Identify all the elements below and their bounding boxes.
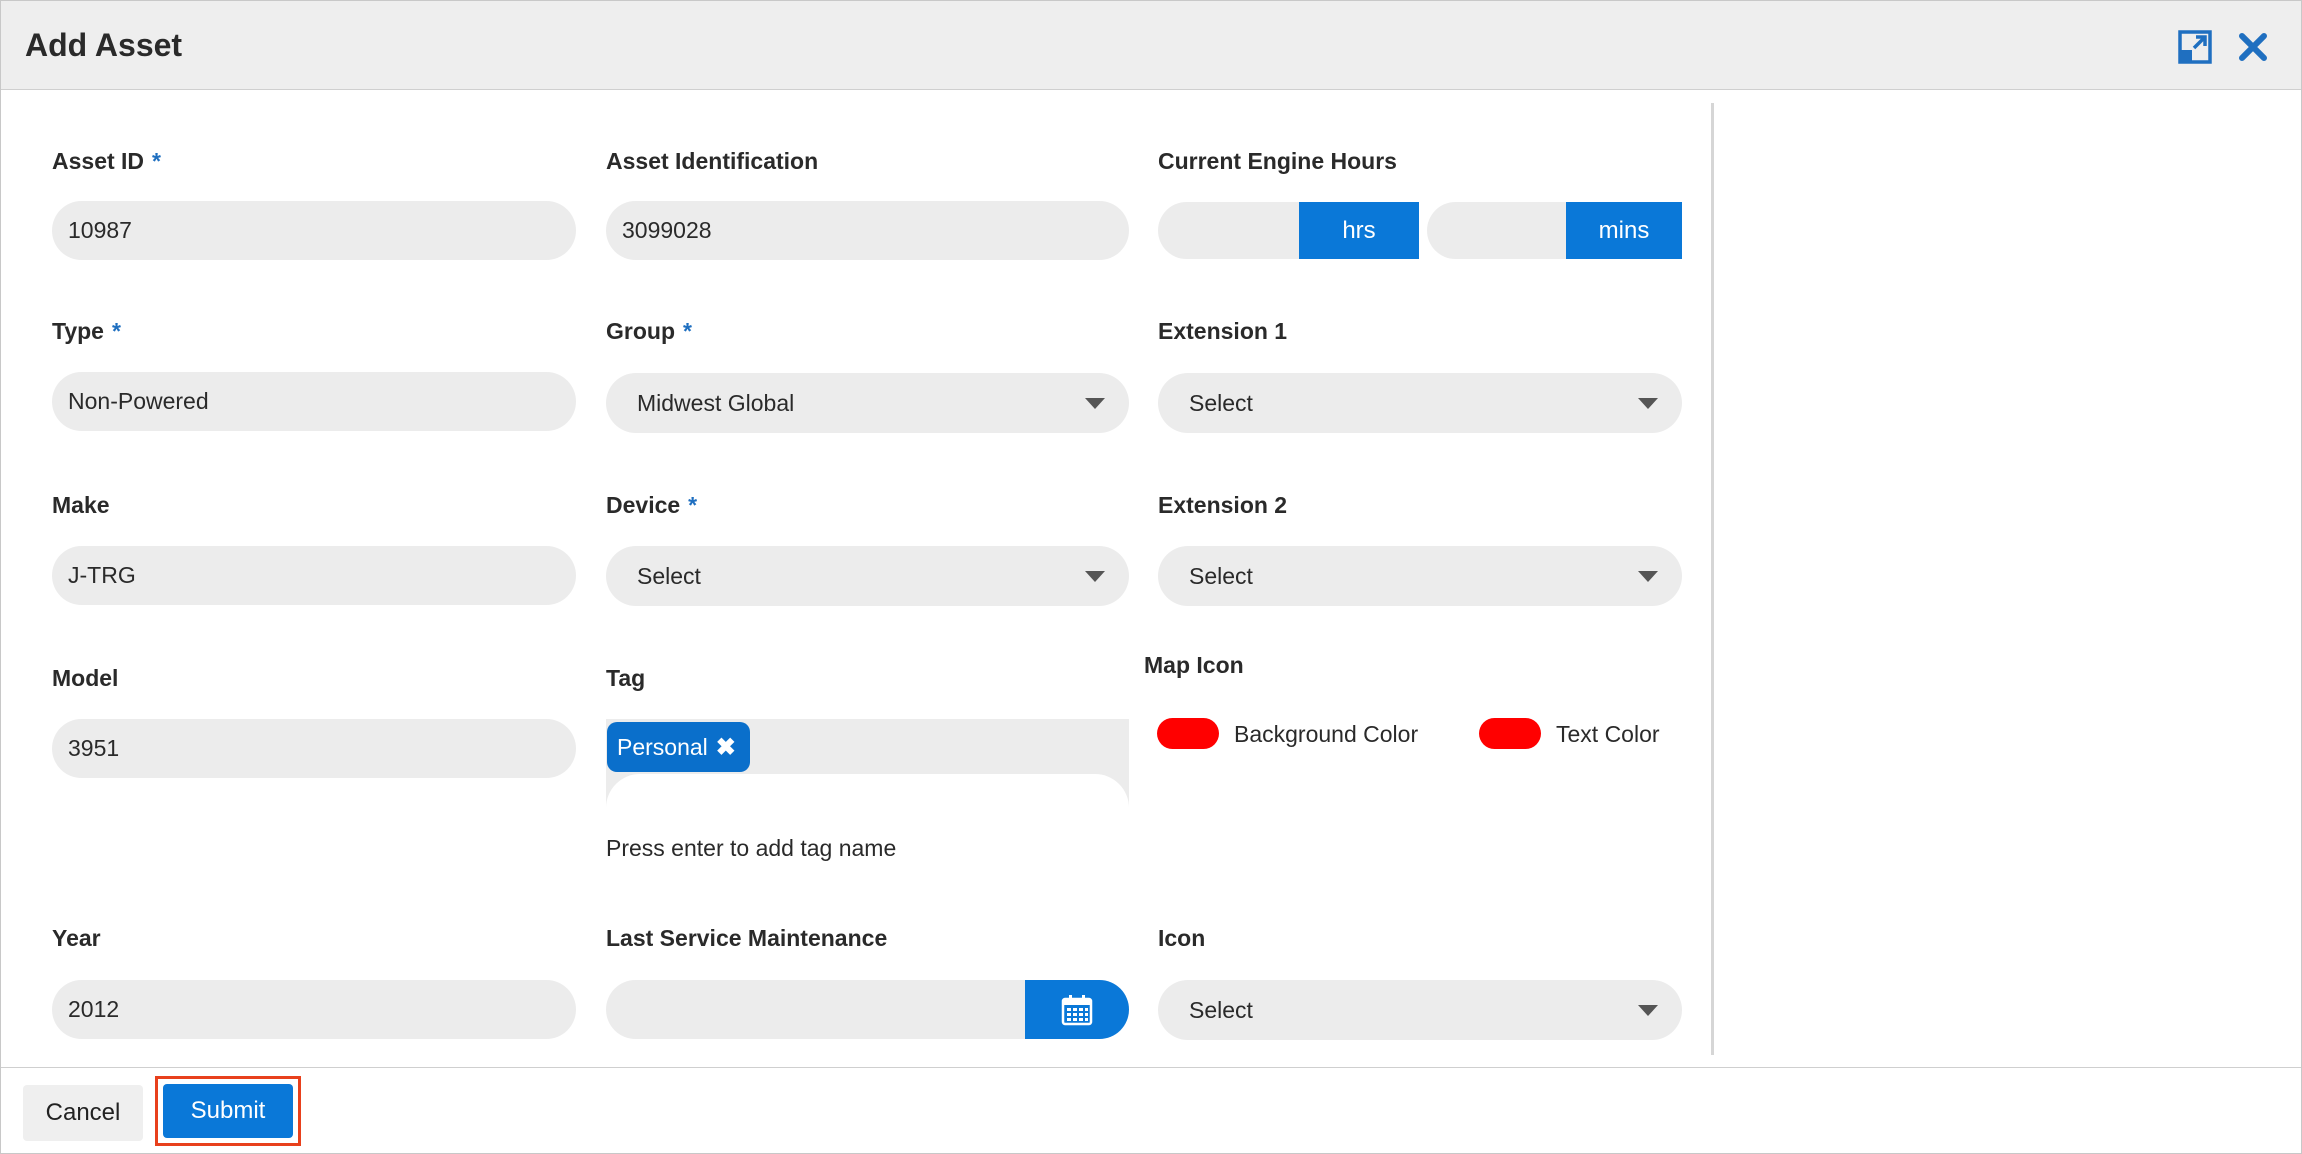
extension-1-value: Select [1189,389,1253,416]
cancel-button[interactable]: Cancel [23,1085,143,1141]
make-label: Make [52,492,110,518]
close-icon[interactable]: ✖ [716,733,736,762]
engine-hours-label: Current Engine Hours [1158,148,1397,174]
submit-button[interactable]: Submit [163,1084,293,1138]
background-color-label: Background Color [1234,721,1419,747]
model-input[interactable]: 3951 [52,719,576,778]
type-value: Non-Powered [68,388,209,414]
icon-value: Select [1189,996,1253,1023]
required-marker: * [683,318,692,344]
column-divider [1711,103,1714,1055]
close-icon [2239,33,2267,61]
extension-2-value: Select [1189,562,1253,589]
required-marker: * [111,318,121,344]
tag-chip-label: Personal [617,733,708,760]
model-value: 3951 [68,735,120,761]
tag-hint: Press enter to add tag name [606,835,897,861]
extension-2-select[interactable]: Select [1158,546,1682,606]
close-button[interactable] [2235,29,2271,65]
background-color-swatch[interactable] [1157,718,1219,749]
required-marker: * [688,492,698,518]
device-select[interactable]: Select [606,546,1129,606]
chevron-down-icon [1085,398,1105,409]
add-asset-dialog: Add Asset Asset ID * 10987 Asset Identifi… [0,0,2302,1154]
expand-button[interactable] [2177,29,2213,65]
dialog-title: Add Asset [25,27,183,63]
chevron-down-icon [1638,1005,1658,1016]
tag-label: Tag [606,665,646,691]
extension-2-label: Extension 2 [1158,492,1288,518]
chevron-down-icon [1085,571,1105,582]
asset-identification-value: 3099028 [622,217,712,243]
hours-unit-button[interactable]: hrs [1299,202,1419,259]
asset-id-value: 10987 [68,217,132,243]
extension-1-select[interactable]: Select [1158,373,1682,433]
device-value: Select [637,562,701,589]
tag-input[interactable] [606,774,1129,834]
asset-id-label: Asset ID * [52,148,161,174]
dialog-header: Add Asset [1,1,2301,90]
extension-1-label: Extension 1 [1158,318,1288,344]
last-service-input[interactable] [606,980,1046,1039]
text-color-label: Text Color [1556,721,1660,747]
make-value: J-TRG [68,562,136,588]
calendar-icon [1061,994,1093,1025]
make-input[interactable]: J-TRG [52,546,576,605]
dialog-footer [1,1067,2301,1153]
year-value: 2012 [68,996,120,1022]
type-input[interactable]: Non-Powered [52,372,576,431]
year-input[interactable]: 2012 [52,980,576,1039]
icon-select[interactable]: Select [1158,980,1682,1040]
group-select[interactable]: Midwest Global [606,373,1129,433]
asset-identification-input[interactable]: 3099028 [606,201,1129,260]
group-label: Group * [606,318,692,344]
expand-icon [2178,30,2212,64]
type-label: Type * [52,318,121,344]
calendar-button[interactable] [1025,980,1129,1039]
tag-chip: Personal ✖ [607,722,750,772]
last-service-label: Last Service Maintenance [606,925,888,951]
device-label: Device * [606,492,698,518]
text-color-swatch[interactable] [1479,718,1541,749]
year-label: Year [52,925,101,951]
chevron-down-icon [1638,398,1658,409]
required-marker: * [152,148,161,174]
group-value: Midwest Global [637,389,795,416]
model-label: Model [52,665,119,691]
minutes-unit-button[interactable]: mins [1566,202,1682,259]
chevron-down-icon [1638,571,1658,582]
asset-id-input[interactable]: 10987 [52,201,576,260]
icon-label: Icon [1158,925,1206,951]
asset-identification-label: Asset Identification [606,148,819,174]
map-icon-label: Map Icon [1144,652,1244,678]
